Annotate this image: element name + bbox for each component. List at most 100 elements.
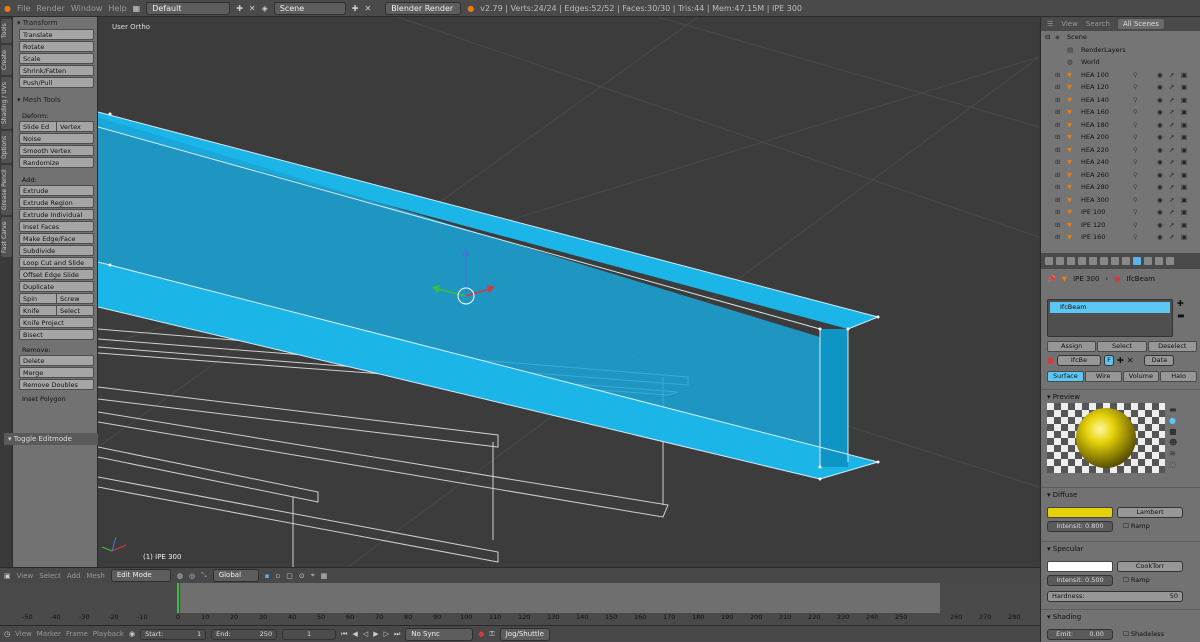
render-camera-icon[interactable]: ▣ <box>1181 131 1187 143</box>
remove-doubles-button[interactable]: Remove Doubles <box>19 379 94 390</box>
visibility-eye-icon[interactable]: ◉ <box>1157 206 1163 218</box>
constraints-tab-icon[interactable] <box>1100 257 1108 265</box>
expand-icon[interactable]: ⊞ <box>1055 219 1060 231</box>
specular-intensity-field[interactable]: Intensit: 0.500 <box>1047 575 1113 586</box>
timeline-editor-icon[interactable]: ◷ <box>4 630 10 638</box>
expand-icon[interactable]: ⊞ <box>1055 156 1060 168</box>
outliner-editor-icon[interactable]: ☰ <box>1047 20 1053 28</box>
vertex-select-icon[interactable]: ▪ <box>265 572 270 580</box>
preview-flat-icon[interactable]: ▬ <box>1169 405 1177 414</box>
physics-tab-icon[interactable] <box>1166 257 1174 265</box>
timeline-marker-menu[interactable]: Marker <box>37 630 61 638</box>
inset-faces-button[interactable]: Inset Faces <box>19 221 94 232</box>
tab-options[interactable]: Options <box>1 131 12 163</box>
visibility-eye-icon[interactable]: ◉ <box>1157 219 1163 231</box>
selectable-cursor-icon[interactable]: ➚ <box>1169 206 1174 218</box>
outliner-object-row[interactable]: ⊞ ▼ HEA 220 ⚲ ◉ ➚ ▣ <box>1041 144 1200 157</box>
selectable-cursor-icon[interactable]: ➚ <box>1169 231 1174 243</box>
collapse-icon[interactable]: ⊟ <box>1045 31 1050 43</box>
material-name-field[interactable]: IfcBe <box>1056 355 1101 366</box>
outliner-object-row[interactable]: ⊞ ▼ HEA 160 ⚲ ◉ ➚ ▣ <box>1041 106 1200 119</box>
make-edge-face-button[interactable]: Make Edge/Face <box>19 233 94 244</box>
knife-select-button[interactable]: Select <box>57 306 93 315</box>
diffuse-intensity-field[interactable]: Intensit: 0.800 <box>1047 521 1113 532</box>
tab-shading-uvs[interactable]: Shading / UVs <box>1 77 12 129</box>
render-tab-icon[interactable] <box>1045 257 1053 265</box>
preview-hair-icon[interactable]: ≋ <box>1169 449 1177 458</box>
shrink-fatten-button[interactable]: Shrink/Fatten <box>19 65 94 76</box>
expand-icon[interactable]: ⊞ <box>1055 81 1060 93</box>
knife-button[interactable]: Knife <box>20 306 57 315</box>
link-data-dropdown[interactable]: Data <box>1144 355 1175 366</box>
expand-icon[interactable]: ⊞ <box>1055 194 1060 206</box>
selectable-cursor-icon[interactable]: ➚ <box>1169 156 1174 168</box>
render-engine-dropdown[interactable]: Blender Render <box>385 1 462 15</box>
selectable-cursor-icon[interactable]: ➚ <box>1169 94 1174 106</box>
record-icon[interactable]: ● <box>478 630 484 638</box>
jump-start-icon[interactable]: ⏮ <box>341 630 347 639</box>
outliner-object-row[interactable]: ⊞ ▼ HEA 140 ⚲ ◉ ➚ ▣ <box>1041 94 1200 107</box>
screen-layout-icon[interactable]: ▦ <box>133 4 141 13</box>
selectable-cursor-icon[interactable]: ➚ <box>1169 119 1174 131</box>
render-camera-icon[interactable]: ▣ <box>1181 231 1187 243</box>
wire-tab[interactable]: Wire <box>1084 371 1122 382</box>
selectable-cursor-icon[interactable]: ➚ <box>1169 81 1174 93</box>
visibility-eye-icon[interactable]: ◉ <box>1157 106 1163 118</box>
selectable-cursor-icon[interactable]: ➚ <box>1169 219 1174 231</box>
preview-cube-icon[interactable]: ■ <box>1169 427 1177 436</box>
selectable-cursor-icon[interactable]: ➚ <box>1169 181 1174 193</box>
outliner-tab-view[interactable]: View <box>1061 20 1078 28</box>
merge-dropdown[interactable]: Merge <box>19 367 94 378</box>
expand-icon[interactable]: ⊞ <box>1055 131 1060 143</box>
selectable-cursor-icon[interactable]: ➚ <box>1169 106 1174 118</box>
specular-shader-dropdown[interactable]: CookTorr <box>1117 561 1183 572</box>
render-camera-icon[interactable]: ▣ <box>1181 181 1187 193</box>
outliner-object-row[interactable]: ⊞ ▼ HEA 240 ⚲ ◉ ➚ ▣ <box>1041 156 1200 169</box>
specular-panel-header[interactable]: ▾ Specular <box>1041 541 1200 555</box>
view-menu[interactable]: View <box>17 572 34 580</box>
offset-edge-slide-button[interactable]: Offset Edge Slide <box>19 269 94 280</box>
preview-sky-icon[interactable]: ◌ <box>1169 460 1177 469</box>
visibility-eye-icon[interactable]: ◉ <box>1157 131 1163 143</box>
tab-tools[interactable]: Tools <box>1 19 12 43</box>
render-camera-icon[interactable]: ▣ <box>1181 94 1187 106</box>
spin-button[interactable]: Spin <box>20 294 57 303</box>
randomize-button[interactable]: Randomize <box>19 157 94 168</box>
mode-dropdown[interactable]: Edit Mode <box>110 569 171 582</box>
toggle-editmode-panel[interactable]: ▾ Toggle Editmode <box>4 433 98 445</box>
outliner-object-row[interactable]: ⊞ ▼ IPE 120 ⚲ ◉ ➚ ▣ <box>1041 219 1200 232</box>
noise-button[interactable]: Noise <box>19 133 94 144</box>
orientation-dropdown[interactable]: Global <box>212 569 259 582</box>
select-button[interactable]: Select <box>1097 341 1147 352</box>
assign-button[interactable]: Assign <box>1047 341 1097 352</box>
delete-dropdown[interactable]: Delete <box>19 355 94 366</box>
preview-sphere-icon[interactable]: ● <box>1169 416 1177 425</box>
extrude-dropdown[interactable]: Extrude <box>19 185 94 196</box>
new-material-icon[interactable]: ✚ <box>1117 356 1124 365</box>
texture-tab-icon[interactable] <box>1144 257 1152 265</box>
end-frame-field[interactable]: End: 250 <box>211 628 278 640</box>
menu-file[interactable]: File <box>17 4 30 13</box>
slide-vertex-button[interactable]: Vertex <box>57 122 93 131</box>
proportional-edit-icon[interactable]: ⊙ <box>299 572 305 580</box>
keying-dropdown[interactable]: Jog/Shuttle <box>499 627 550 641</box>
outliner-object-row[interactable]: ⊞ ▼ HEA 100 ⚲ ◉ ➚ ▣ <box>1041 69 1200 82</box>
jump-end-icon[interactable]: ⏭ <box>394 630 400 639</box>
transform-panel-header[interactable]: ▾ Transform <box>13 17 97 29</box>
menu-render[interactable]: Render <box>36 4 64 13</box>
outliner-object-row[interactable]: ⊞ ▼ HEA 300 ⚲ ◉ ➚ ▣ <box>1041 194 1200 207</box>
outliner-renderlayers-row[interactable]: ▤ RenderLayers <box>1041 44 1200 57</box>
add-screen-icon[interactable]: ✚ <box>236 4 243 13</box>
scene-tab-icon[interactable] <box>1067 257 1075 265</box>
material-slots-list[interactable]: IfcBeam <box>1047 299 1173 337</box>
render-layers-tab-icon[interactable] <box>1056 257 1064 265</box>
outliner-object-row[interactable]: ⊞ ▼ HEA 180 ⚲ ◉ ➚ ▣ <box>1041 119 1200 132</box>
menu-window[interactable]: Window <box>71 4 103 13</box>
material-users-field[interactable]: F <box>1103 355 1114 366</box>
visibility-eye-icon[interactable]: ◉ <box>1157 81 1163 93</box>
extrude-region-button[interactable]: Extrude Region <box>19 197 94 208</box>
screw-button[interactable]: Screw <box>57 294 93 303</box>
particles-tab-icon[interactable] <box>1155 257 1163 265</box>
render-camera-icon[interactable]: ▣ <box>1181 156 1187 168</box>
outliner-scene-row[interactable]: ⊟ ◈ Scene <box>1041 31 1200 44</box>
